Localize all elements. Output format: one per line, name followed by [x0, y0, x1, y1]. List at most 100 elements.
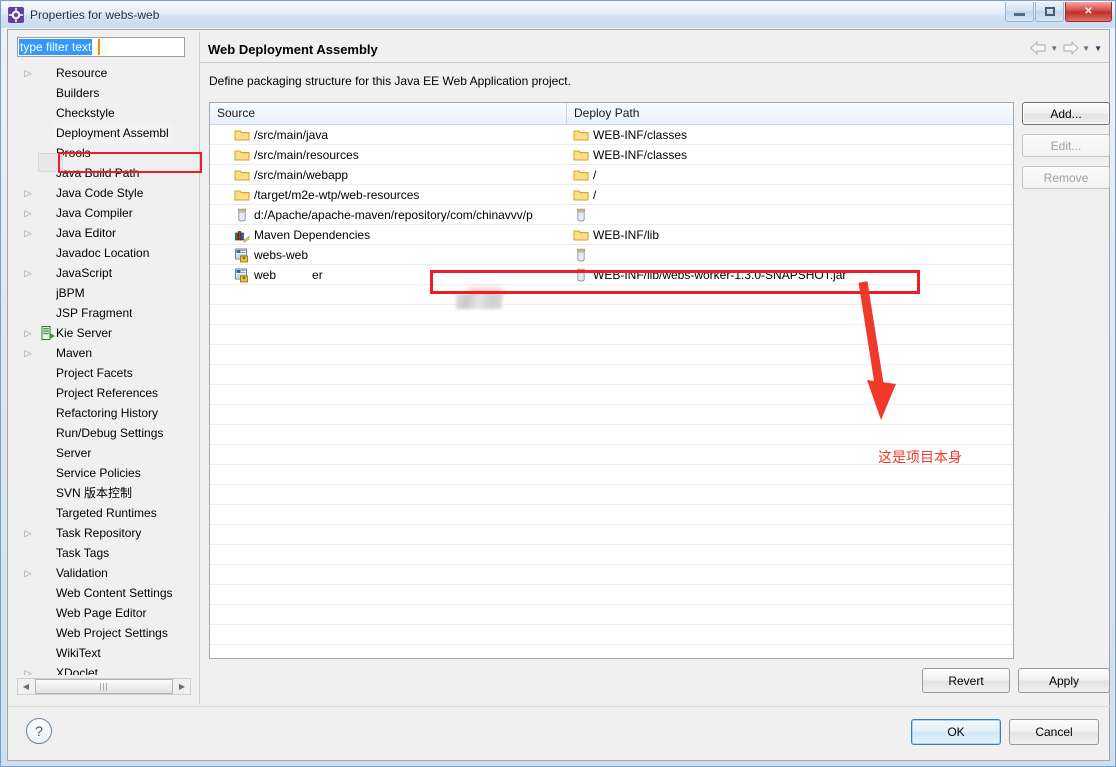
tree-item-java-compiler[interactable]: ▷ Java Compiler	[17, 203, 191, 223]
help-button[interactable]: ?	[26, 718, 52, 744]
table-empty-row[interactable]	[210, 625, 1013, 645]
folder-icon	[234, 127, 254, 143]
tree-item-javadoc-location[interactable]: Javadoc Location	[17, 243, 191, 263]
ok-button[interactable]: OK	[911, 719, 1001, 745]
scrollbar-thumb[interactable]: |||	[35, 679, 173, 694]
tree-item-label: JavaScript	[56, 266, 113, 280]
table-row[interactable]: * webs-web	[210, 245, 1013, 265]
tree-item-checkstyle[interactable]: Checkstyle	[17, 103, 191, 123]
table-row[interactable]: /src/main/webapp /	[210, 165, 1013, 185]
table-row[interactable]: /target/m2e-wtp/web-resources /	[210, 185, 1013, 205]
folder-icon	[573, 187, 593, 203]
maximize-button[interactable]	[1035, 2, 1064, 22]
tree-item-java-code-style[interactable]: ▷ Java Code Style	[17, 183, 191, 203]
tree-item-svn[interactable]: SVN 版本控制	[17, 483, 191, 503]
tree-item-refactoring-history[interactable]: Refactoring History	[17, 403, 191, 423]
tree-item-project-facets[interactable]: Project Facets	[17, 363, 191, 383]
expand-triangle-icon[interactable]: ▷	[17, 223, 39, 243]
revert-button[interactable]: Revert	[922, 668, 1010, 693]
table-empty-row[interactable]	[210, 565, 1013, 585]
table-empty-row[interactable]	[210, 345, 1013, 365]
tree-item-builders[interactable]: Builders	[17, 83, 191, 103]
kie-server-icon	[41, 326, 55, 340]
tree-item-maven[interactable]: ▷ Maven	[17, 343, 191, 363]
chevron-down-icon[interactable]: ▼	[1082, 44, 1090, 53]
table-empty-row[interactable]	[210, 545, 1013, 565]
column-header-deploy-path[interactable]: Deploy Path	[567, 103, 1013, 124]
scroll-left-arrow-icon[interactable]: ◀	[18, 679, 34, 694]
expand-triangle-icon[interactable]: ▷	[17, 203, 39, 223]
table-empty-row[interactable]	[210, 385, 1013, 405]
tree-item-xdoclet[interactable]: ▷ XDoclet	[17, 663, 191, 675]
table-empty-row[interactable]	[210, 305, 1013, 325]
table-empty-row[interactable]	[210, 605, 1013, 625]
chevron-down-icon[interactable]: ▼	[1050, 44, 1058, 53]
table-empty-row[interactable]	[210, 525, 1013, 545]
tree-item-javascript[interactable]: ▷ JavaScript	[17, 263, 191, 283]
minimize-button[interactable]	[1005, 2, 1034, 22]
jar-icon	[573, 247, 593, 263]
tree-item-web-project-settings[interactable]: Web Project Settings	[17, 623, 191, 643]
chevron-down-filled-icon[interactable]: ▼	[1094, 44, 1102, 53]
nav-back[interactable]: ▼	[1030, 41, 1058, 55]
tree-item-task-repository[interactable]: ▷ Task Repository	[17, 523, 191, 543]
column-header-source[interactable]: Source	[210, 103, 567, 124]
table-empty-row[interactable]	[210, 285, 1013, 305]
folder-icon	[573, 127, 593, 143]
tree-item-label: Java Compiler	[56, 206, 133, 220]
table-empty-row[interactable]	[210, 405, 1013, 425]
table-row[interactable]: d:/Apache/apache-maven/repository/com/ch…	[210, 205, 1013, 225]
tree-item-deployment-assembl[interactable]: Deployment Assembl	[17, 123, 191, 143]
expand-triangle-icon[interactable]: ▷	[17, 63, 39, 83]
table-empty-row[interactable]	[210, 325, 1013, 345]
table-row[interactable]: Maven Dependencies WEB-INF/lib	[210, 225, 1013, 245]
jar-icon	[573, 267, 593, 283]
table-empty-row[interactable]	[210, 505, 1013, 525]
tree-item-kie-server[interactable]: ▷ Kie Server	[17, 323, 191, 343]
tree-item-jbpm[interactable]: jBPM	[17, 283, 191, 303]
tree-item-validation[interactable]: ▷ Validation	[17, 563, 191, 583]
jar-icon	[577, 268, 585, 281]
close-button[interactable]: ✕	[1065, 2, 1112, 22]
table-row[interactable]: * web er WEB-INF/lib/webs-worker-1.3.0-SNA…	[210, 265, 1013, 285]
expand-triangle-icon[interactable]: ▷	[17, 663, 39, 675]
table-empty-row[interactable]	[210, 425, 1013, 445]
expand-triangle-icon[interactable]: ▷	[17, 263, 39, 283]
tree-item-resource[interactable]: ▷ Resource	[17, 63, 191, 83]
filter-input[interactable]	[17, 37, 185, 57]
expand-triangle-icon[interactable]: ▷	[17, 183, 39, 203]
table-empty-row[interactable]	[210, 485, 1013, 505]
apply-button[interactable]: Apply	[1018, 668, 1110, 693]
table-empty-row[interactable]	[210, 365, 1013, 385]
expand-triangle-icon[interactable]: ▷	[17, 343, 39, 363]
tree-item-targeted-runtimes[interactable]: Targeted Runtimes	[17, 503, 191, 523]
add-button[interactable]: Add...	[1022, 102, 1110, 125]
cancel-button[interactable]: Cancel	[1009, 719, 1099, 745]
expand-triangle-icon[interactable]: ▷	[17, 523, 39, 543]
table-body[interactable]: /src/main/java WEB-INF/classes/src/main/r…	[210, 125, 1013, 658]
tree-item-wikitext[interactable]: WikiText	[17, 643, 191, 663]
table-empty-row[interactable]	[210, 585, 1013, 605]
expand-triangle-icon[interactable]: ▷	[17, 323, 39, 343]
nav-forward[interactable]: ▼	[1062, 41, 1090, 55]
table-row[interactable]: /src/main/java WEB-INF/classes	[210, 125, 1013, 145]
empty-cell-deploy	[567, 405, 1013, 424]
cell-source-label: web er	[254, 267, 323, 282]
tree-item-service-policies[interactable]: Service Policies	[17, 463, 191, 483]
table-empty-row[interactable]	[210, 645, 1013, 658]
tree-horizontal-scrollbar[interactable]: ◀ ||| ▶	[17, 678, 191, 695]
tree-item-jsp-fragment[interactable]: JSP Fragment	[17, 303, 191, 323]
table-empty-row[interactable]	[210, 465, 1013, 485]
deployment-assembly-table[interactable]: Source Deploy Path /src/main/java WEB-INF…	[209, 102, 1014, 659]
scroll-right-arrow-icon[interactable]: ▶	[174, 679, 190, 694]
tree-item-task-tags[interactable]: Task Tags	[17, 543, 191, 563]
tree-item-run-debug-settings[interactable]: Run/Debug Settings	[17, 423, 191, 443]
tree-item-web-page-editor[interactable]: Web Page Editor	[17, 603, 191, 623]
question-mark-icon: ?	[35, 723, 43, 739]
tree-item-web-content-settings[interactable]: Web Content Settings	[17, 583, 191, 603]
tree-item-java-editor[interactable]: ▷ Java Editor	[17, 223, 191, 243]
tree-item-project-references[interactable]: Project References	[17, 383, 191, 403]
expand-triangle-icon[interactable]: ▷	[17, 563, 39, 583]
table-row[interactable]: /src/main/resources WEB-INF/classes	[210, 145, 1013, 165]
tree-item-server[interactable]: Server	[17, 443, 191, 463]
